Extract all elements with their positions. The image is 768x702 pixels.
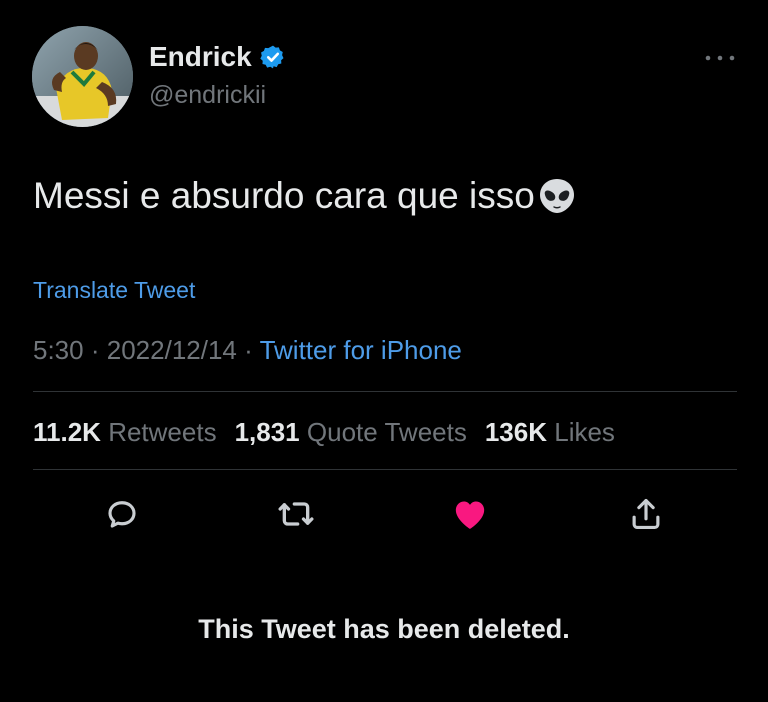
retweet-button[interactable] xyxy=(276,494,316,534)
divider xyxy=(33,469,737,470)
share-icon xyxy=(632,498,660,530)
heart-icon xyxy=(455,501,485,529)
quote-tweets-label: Quote Tweets xyxy=(306,417,467,447)
likes-label: Likes xyxy=(554,417,615,447)
divider xyxy=(33,391,737,392)
quote-tweets-count: 1,831 xyxy=(234,417,300,447)
tweet-meta: 5:30 · 2022/12/14 · Twitter for iPhone xyxy=(33,333,462,367)
like-button[interactable] xyxy=(450,494,490,534)
avatar[interactable] xyxy=(32,26,133,127)
meta-separator: · xyxy=(244,335,253,365)
author-display-name[interactable]: Endrick xyxy=(149,40,252,74)
tweet-stats: 11.2K Retweets 1,831 Quote Tweets 136K Lik… xyxy=(33,415,615,449)
reply-icon xyxy=(108,501,136,528)
tweet-source-link[interactable]: Twitter for iPhone xyxy=(260,335,462,365)
retweet-icon xyxy=(278,502,314,526)
reply-button[interactable] xyxy=(102,494,142,534)
author-handle[interactable]: @endrickii xyxy=(149,80,266,110)
retweets-label: Retweets xyxy=(108,417,217,447)
author-name-row[interactable]: Endrick xyxy=(149,40,286,74)
translate-tweet-link[interactable]: Translate Tweet xyxy=(33,275,195,305)
tweet-date[interactable]: 2022/12/14 xyxy=(107,335,237,365)
share-button[interactable] xyxy=(626,494,666,534)
alien-emoji-icon xyxy=(539,179,574,213)
avatar-image xyxy=(32,26,133,127)
more-options-icon[interactable] xyxy=(704,54,736,62)
tweet-text: Messi e absurdo cara que isso xyxy=(33,172,577,220)
meta-separator: · xyxy=(90,335,100,365)
likes-stat[interactable]: 136K Likes xyxy=(485,417,615,447)
likes-count: 136K xyxy=(484,417,547,447)
deleted-tweet-notice: This Tweet has been deleted. xyxy=(198,614,570,644)
tweet-text-body: Messi e absurdo cara que isso xyxy=(33,175,535,216)
retweets-stat[interactable]: 11.2K Retweets xyxy=(33,417,217,447)
verified-badge-icon xyxy=(260,45,284,69)
quote-tweets-stat[interactable]: 1,831 Quote Tweets xyxy=(235,417,467,447)
retweets-count: 11.2K xyxy=(33,417,101,447)
tweet-time[interactable]: 5:30 xyxy=(33,335,84,365)
